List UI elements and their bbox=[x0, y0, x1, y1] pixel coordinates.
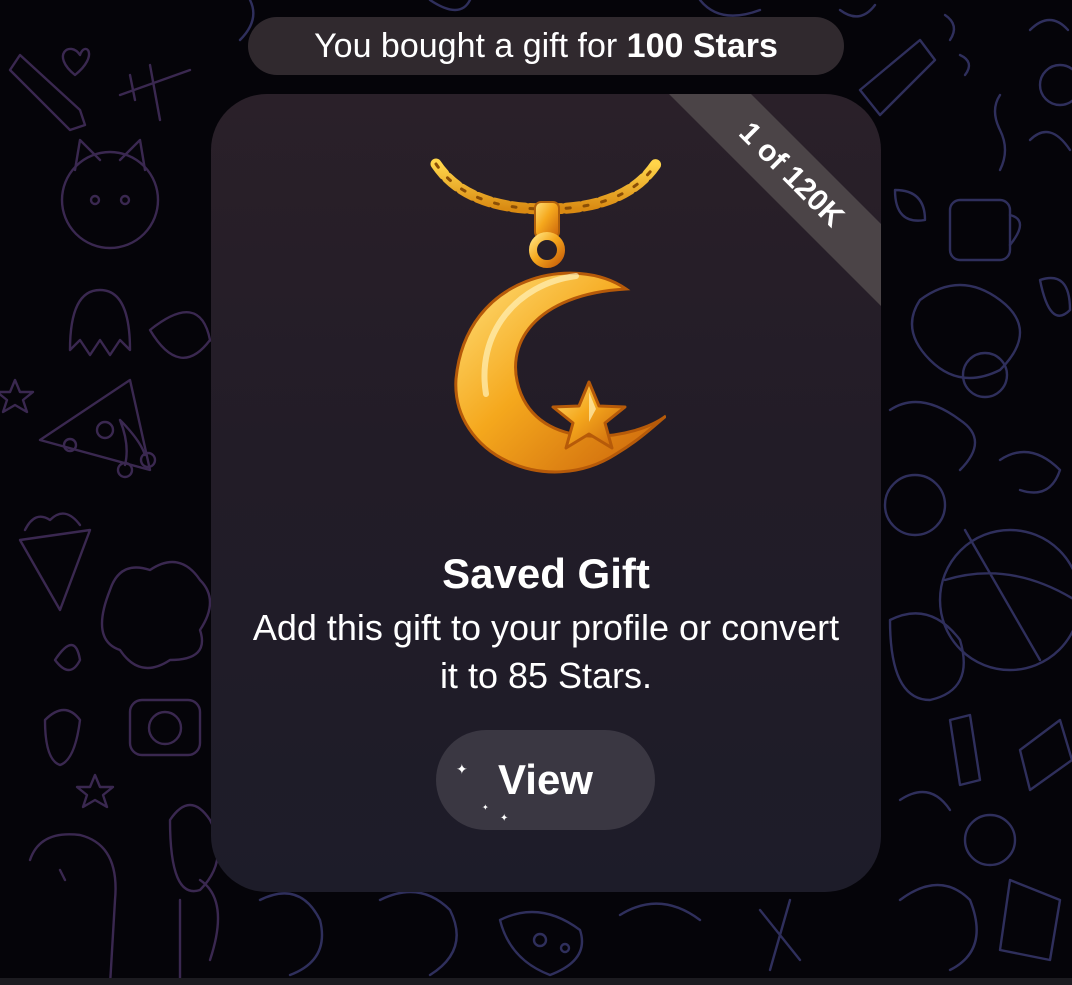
sparkle-icon: ✦ bbox=[456, 761, 468, 777]
service-message-text: You bought a gift for bbox=[314, 27, 627, 65]
limited-ribbon: 1 of 120K bbox=[650, 94, 881, 316]
gift-title: Saved Gift bbox=[442, 550, 650, 597]
view-button[interactable]: ✦ ✦ ✦ View bbox=[436, 730, 655, 830]
service-message-amount: 100 Stars bbox=[626, 27, 778, 65]
view-button-label: View bbox=[498, 756, 593, 803]
sparkle-icon: ✦ bbox=[500, 813, 509, 824]
crescent-star-pendant-icon bbox=[430, 158, 666, 474]
service-message: You bought a gift for 100 Stars bbox=[248, 17, 844, 75]
gift-subtitle: Add this gift to your profile or convert… bbox=[252, 607, 840, 696]
sparkle-icon: ✦ bbox=[482, 803, 489, 812]
gift-card[interactable]: 1 of 120K Saved Gift Add this gift to yo… bbox=[211, 94, 881, 892]
bottom-bar bbox=[0, 978, 1072, 985]
